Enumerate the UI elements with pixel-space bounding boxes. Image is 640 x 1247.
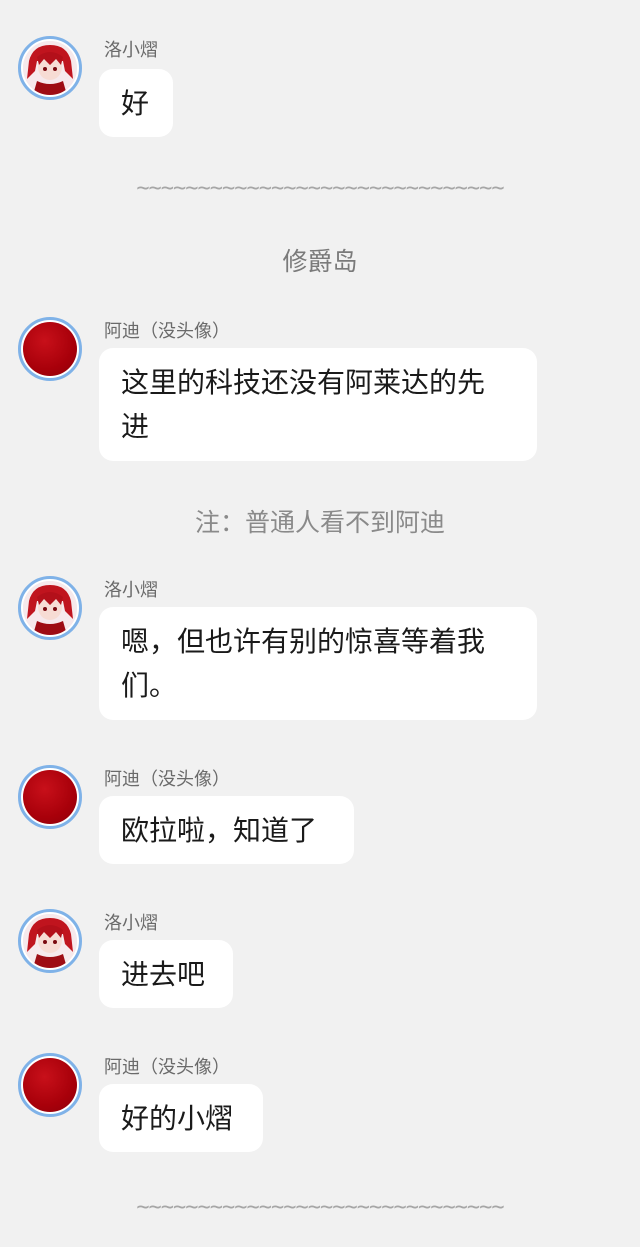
scene-title: 修爵岛 xyxy=(282,247,358,276)
message-bubble[interactable]: 进去吧 xyxy=(99,940,233,1008)
sender-name: 阿迪（没头像） xyxy=(104,1057,230,1078)
sender-name: 洛小熠 xyxy=(104,580,158,601)
character-avatar-icon[interactable] xyxy=(18,36,82,100)
section-divider: ~~~~~~~~~~~~~~~~~~~~~~~~~~~~~~ xyxy=(136,176,504,201)
message-bubble[interactable]: 好的小熠 xyxy=(99,1084,263,1152)
narration-note: 注：普通人看不到阿迪 xyxy=(194,508,445,537)
character-avatar-icon[interactable] xyxy=(18,576,82,640)
message-bubble[interactable]: 嗯，但也许有别的惊喜等着我 们。 xyxy=(99,607,537,720)
message-bubble[interactable]: 欧拉啦，知道了 xyxy=(99,796,354,864)
red-circle-avatar-icon[interactable] xyxy=(18,1053,82,1117)
chat-log: 洛小熠 好 ~~~~~~~~~~~~~~~~~~~~~~~~~~~~~~ 修爵岛… xyxy=(0,0,640,1247)
sender-name: 洛小熠 xyxy=(104,913,158,934)
character-avatar-icon[interactable] xyxy=(18,909,82,973)
message-bubble[interactable]: 好 xyxy=(99,69,173,137)
red-circle-avatar-icon[interactable] xyxy=(18,765,82,829)
section-divider: ~~~~~~~~~~~~~~~~~~~~~~~~~~~~~~ xyxy=(136,1195,504,1220)
sender-name: 洛小熠 xyxy=(104,40,158,61)
red-circle-avatar-icon[interactable] xyxy=(18,317,82,381)
message-bubble[interactable]: 这里的科技还没有阿莱达的先 进 xyxy=(99,348,537,461)
sender-name: 阿迪（没头像） xyxy=(104,769,230,790)
sender-name: 阿迪（没头像） xyxy=(104,321,230,342)
